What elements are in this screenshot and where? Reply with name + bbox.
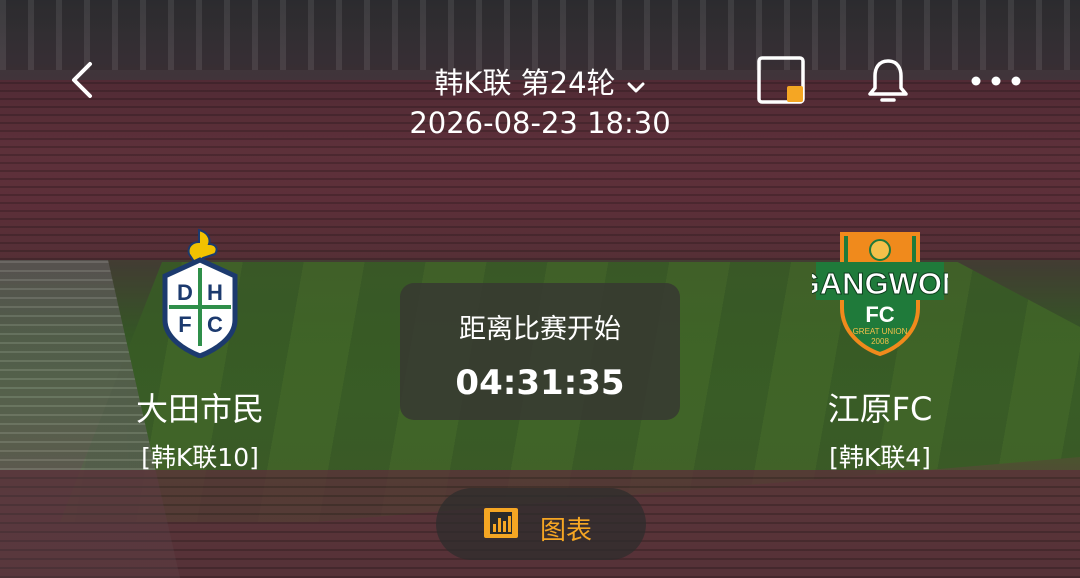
countdown-panel: 距离比赛开始 04:31:35 <box>400 283 680 420</box>
match-datetime: 2026-08-23 18:30 <box>409 106 671 140</box>
chart-button[interactable]: 图表 <box>436 488 646 560</box>
bell-icon[interactable] <box>863 56 913 106</box>
gangwon-logo-fc: FC <box>865 302 894 327</box>
countdown-label: 距离比赛开始 <box>459 314 621 345</box>
chevron-down-icon <box>626 68 646 102</box>
gangwon-logo-text: GANGWON <box>812 266 948 301</box>
home-team-rank: [韩K联10] <box>141 443 259 472</box>
gangwon-team-logo[interactable]: GANGWON FC GREAT UNION 2008 <box>795 228 965 358</box>
more-dots-icon[interactable] <box>968 56 1024 106</box>
gangwon-logo-tag: GREAT UNION <box>853 327 908 336</box>
daejeon-team-logo[interactable]: D H F C <box>155 228 245 359</box>
logo-letter-h: H <box>207 280 223 305</box>
competition-round-title: 韩K联 第24轮 <box>434 66 616 100</box>
match-header-background: 韩K联 第24轮 2026-08-23 18:30 D H F C 大田市民 [… <box>0 0 1080 578</box>
away-team-name[interactable]: 江原FC <box>780 384 980 430</box>
away-team-rank: [韩K联4] <box>829 443 931 472</box>
logo-letter-d: D <box>177 280 193 305</box>
bar-chart-icon <box>482 506 520 540</box>
logo-letter-f: F <box>178 312 191 337</box>
gangwon-logo-year: 2008 <box>871 337 889 346</box>
competition-round-selector[interactable]: 韩K联 第24轮 <box>360 60 720 102</box>
back-arrow-icon[interactable] <box>64 58 104 102</box>
chart-button-label: 图表 <box>540 516 593 546</box>
countdown-timer: 04:31:35 <box>455 363 625 403</box>
home-team-name[interactable]: 大田市民 <box>100 384 300 430</box>
logo-letter-c: C <box>207 312 223 337</box>
picture-in-picture-icon[interactable] <box>757 56 807 106</box>
